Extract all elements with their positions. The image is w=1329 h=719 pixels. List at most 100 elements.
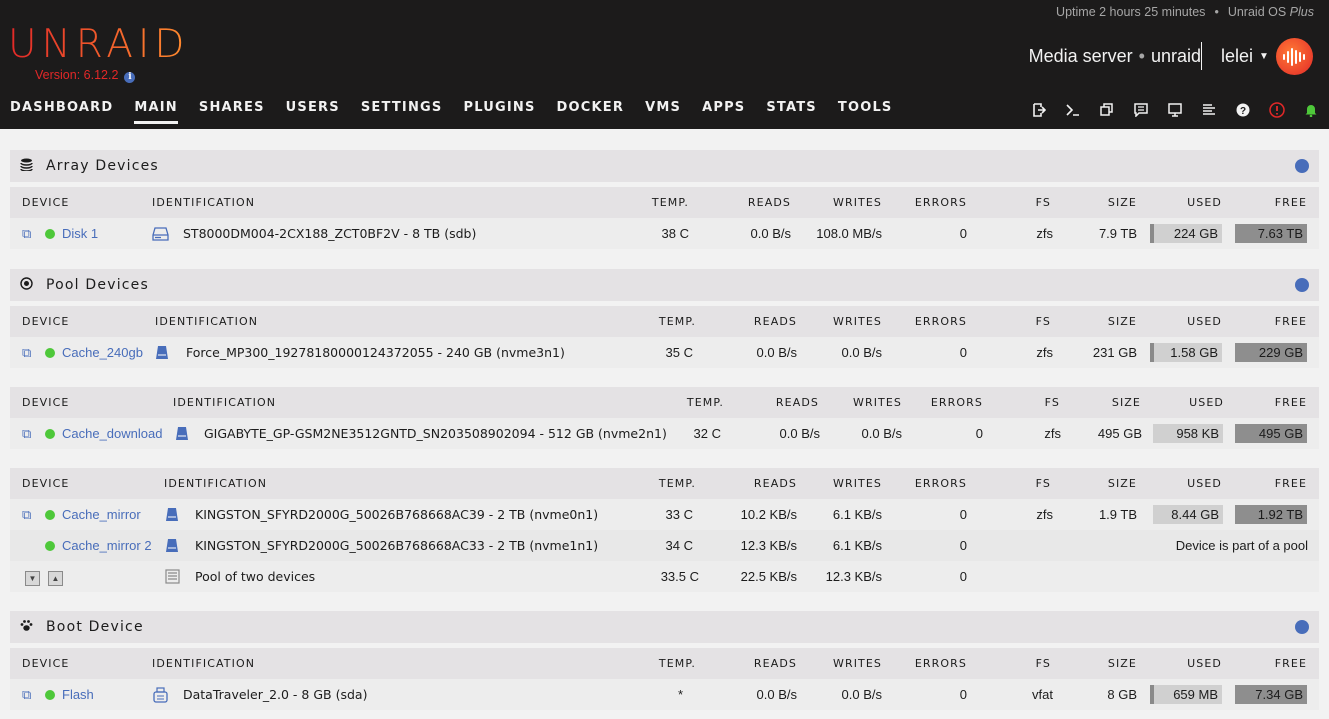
nav-apps[interactable]: APPS xyxy=(702,100,745,124)
used-bar: 224 GB xyxy=(1150,224,1222,243)
free-bar: 1.92 TB xyxy=(1235,505,1307,524)
device-identification: GIGABYTE_GP-GSM2NE3512GNTD_SN20350890209… xyxy=(204,426,667,441)
errors-value: 0 xyxy=(959,507,967,522)
dashboard-gauge-icon[interactable] xyxy=(1295,278,1309,292)
fs-value: zfs xyxy=(1036,345,1053,360)
user-avatar[interactable] xyxy=(1276,38,1313,75)
server-name: unraid xyxy=(1150,46,1201,66)
table-row: ⧉ Flash DataTraveler_2.0 - 8 GB (sda) * … xyxy=(10,679,1319,710)
copy-icon[interactable] xyxy=(1096,101,1117,119)
device-link[interactable]: Flash xyxy=(45,679,94,710)
collapse-down-icon[interactable]: ▼ xyxy=(25,571,40,586)
pool-table-header: DEVICE IDENTIFICATION TEMP. READS WRITES… xyxy=(10,306,1319,337)
col-fs: FS xyxy=(1035,196,1051,209)
free-bar: 7.34 GB xyxy=(1235,685,1307,704)
col-identification: IDENTIFICATION xyxy=(152,196,256,209)
free-bar: 495 GB xyxy=(1235,424,1307,443)
col-errors: ERRORS xyxy=(914,477,967,490)
nav-users[interactable]: USERS xyxy=(286,100,340,124)
nvme-icon xyxy=(175,418,189,449)
col-identification: IDENTIFICATION xyxy=(164,477,268,490)
col-used: USED xyxy=(1189,396,1224,409)
device-identification: Force_MP300_19278180000124372055 - 240 G… xyxy=(186,345,565,360)
errors-value: 0 xyxy=(975,426,983,441)
external-link-icon[interactable]: ⧉ xyxy=(22,218,34,241)
external-link-icon[interactable]: ⧉ xyxy=(22,337,34,360)
reads-value: 0.0 B/s xyxy=(756,687,797,702)
temp-value: 33.5 C xyxy=(660,569,699,584)
col-errors: ERRORS xyxy=(930,396,983,409)
size-value: 495 GB xyxy=(1097,426,1142,441)
nav-shares[interactable]: SHARES xyxy=(199,100,265,124)
col-fs: FS xyxy=(1044,396,1060,409)
top-header: Uptime 2 hours 25 minutes • Unraid OS Plus… xyxy=(0,0,1329,129)
nav-settings[interactable]: SETTINGS xyxy=(361,100,443,124)
alert-icon[interactable] xyxy=(1266,101,1287,119)
nav-stats[interactable]: STATS xyxy=(766,100,817,124)
nav-tools[interactable]: TOOLS xyxy=(838,100,893,124)
help-icon[interactable]: ? xyxy=(1232,101,1253,119)
dashboard-gauge-icon[interactable] xyxy=(1295,159,1309,173)
writes-value: 12.3 KB/s xyxy=(825,569,882,584)
device-link[interactable]: Cache_mirror xyxy=(45,499,141,530)
pool-table-header: DEVICE IDENTIFICATION TEMP. READS WRITES… xyxy=(10,468,1319,499)
logout-icon[interactable] xyxy=(1028,101,1049,119)
svg-text:?: ? xyxy=(1239,106,1245,117)
feedback-icon[interactable] xyxy=(1130,101,1151,119)
expand-up-icon[interactable]: ▲ xyxy=(48,571,63,586)
terminal-icon[interactable] xyxy=(1062,101,1083,119)
writes-value: 0.0 B/s xyxy=(841,687,882,702)
nav-dashboard[interactable]: DASHBOARD xyxy=(10,100,113,124)
external-link-icon[interactable]: ⧉ xyxy=(22,418,34,441)
device-link[interactable]: Cache_download xyxy=(45,418,162,449)
reads-value: 10.2 KB/s xyxy=(740,507,797,522)
col-used: USED xyxy=(1187,315,1222,328)
external-link-icon[interactable]: ⧉ xyxy=(22,679,34,702)
pool-devices-title: Pool Devices xyxy=(46,277,149,293)
device-link[interactable]: Disk 1 xyxy=(45,218,98,249)
writes-value: 6.1 KB/s xyxy=(832,538,882,553)
device-identification: KINGSTON_SFYRD2000G_50026B768668AC33 - 2… xyxy=(195,538,599,553)
used-bar: 8.44 GB xyxy=(1153,505,1223,524)
nav-vms[interactable]: VMS xyxy=(645,100,681,124)
col-reads: READS xyxy=(753,315,797,328)
os-edition: Plus xyxy=(1289,5,1314,19)
bell-icon[interactable] xyxy=(1300,101,1321,119)
info-icon[interactable]: i xyxy=(124,72,136,83)
temp-value: 34 C xyxy=(665,538,693,553)
usb-drive-icon xyxy=(153,679,168,710)
boot-table-header: DEVICE IDENTIFICATION TEMP. READS WRITES… xyxy=(10,648,1319,679)
temp-value: 32 C xyxy=(693,426,721,441)
user-name: lelei xyxy=(1221,46,1254,66)
pool-table-header: DEVICE IDENTIFICATION TEMP. READS WRITES… xyxy=(10,387,1319,418)
used-bar: 958 KB xyxy=(1153,424,1223,443)
nvme-icon xyxy=(155,337,169,368)
reads-value: 0.0 B/s xyxy=(779,426,820,441)
nav-docker[interactable]: DOCKER xyxy=(557,100,625,124)
monitor-icon[interactable] xyxy=(1164,101,1185,119)
writes-value: 0.0 B/s xyxy=(861,426,902,441)
nav-main[interactable]: MAIN xyxy=(134,100,178,124)
external-link-icon[interactable]: ⧉ xyxy=(22,499,34,522)
fs-value: vfat xyxy=(1032,687,1053,702)
header-divider xyxy=(1201,42,1202,70)
paw-icon xyxy=(20,619,36,635)
nav-plugins[interactable]: PLUGINS xyxy=(463,100,535,124)
size-value: 1.9 TB xyxy=(1098,507,1137,522)
col-used: USED xyxy=(1187,657,1222,670)
dashboard-gauge-icon[interactable] xyxy=(1295,620,1309,634)
status-green-icon xyxy=(45,429,55,439)
device-link[interactable]: Cache_mirror 2 xyxy=(45,530,152,561)
col-temp: TEMP. xyxy=(658,477,696,490)
col-device: DEVICE xyxy=(22,657,70,670)
col-writes: WRITES xyxy=(832,477,882,490)
col-identification: IDENTIFICATION xyxy=(173,396,277,409)
user-menu[interactable]: lelei ▼ xyxy=(1221,46,1269,67)
unraid-logo[interactable]: UNRAID xyxy=(8,24,189,66)
col-temp: TEMP. xyxy=(686,396,724,409)
log-icon[interactable] xyxy=(1198,101,1219,119)
errors-value: 0 xyxy=(959,569,967,584)
device-link[interactable]: Cache_240gb xyxy=(45,337,143,368)
writes-value: 108.0 MB/s xyxy=(816,226,882,241)
status-green-icon xyxy=(45,510,55,520)
